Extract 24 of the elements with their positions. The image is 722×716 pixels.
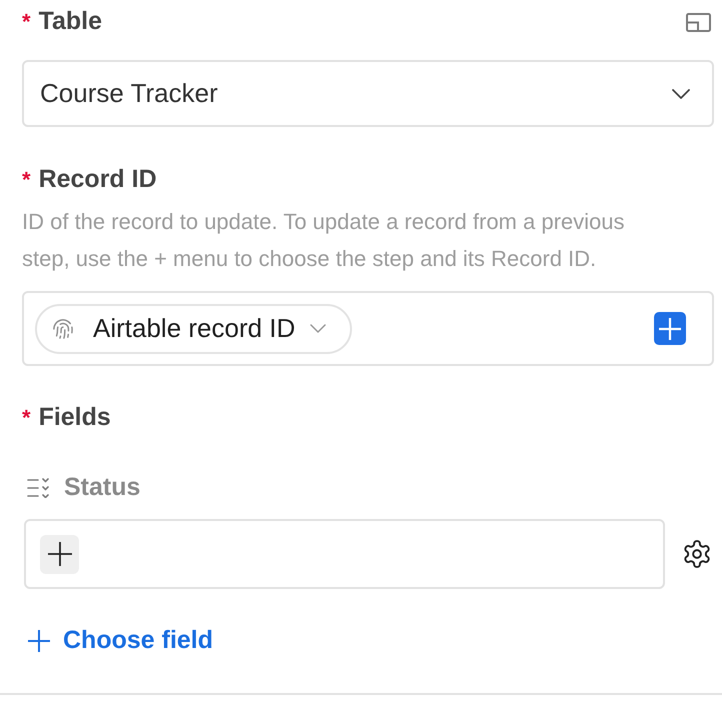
field-label: Record ID: [38, 164, 157, 196]
required-asterisk: *: [22, 169, 31, 191]
add-value-button[interactable]: [40, 534, 79, 574]
plus-icon: [48, 542, 72, 566]
field-description: ID of the record to update. To update a record from a previous step, use the + menu to choose the step and its Record ID.: [22, 208, 626, 273]
table-select[interactable]: Course Tracker: [22, 60, 714, 127]
field-label: Fields: [38, 402, 111, 434]
required-asterisk: *: [22, 407, 31, 429]
add-button[interactable]: [654, 312, 686, 345]
field-name: Status: [64, 472, 140, 504]
fingerprint-icon: [53, 318, 73, 338]
plus-icon: [659, 318, 681, 340]
chevron-down-icon: [672, 88, 690, 98]
panel-layout-icon[interactable]: [686, 12, 711, 32]
field-label: Table: [38, 6, 102, 38]
list-icon: [27, 478, 50, 498]
plus-icon: [28, 630, 50, 652]
required-asterisk: *: [22, 11, 31, 33]
record-token[interactable]: Airtable record ID: [35, 304, 352, 354]
choose-field-link[interactable]: Choose field: [28, 623, 214, 659]
settings-icon[interactable]: [683, 540, 711, 568]
field-value-input[interactable]: [24, 519, 665, 589]
record-id-field[interactable]: Airtable record ID: [22, 291, 714, 366]
chevron-down-icon: [310, 324, 326, 333]
